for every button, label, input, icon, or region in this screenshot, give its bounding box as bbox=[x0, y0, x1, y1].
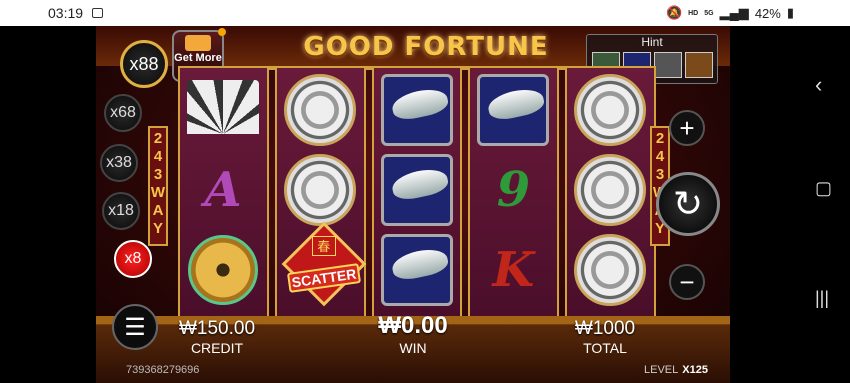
lattice-symbol bbox=[574, 74, 647, 146]
session-id: 739368279696 bbox=[126, 364, 200, 376]
reel-cell bbox=[477, 74, 550, 146]
spin-icon: ↻ bbox=[672, 183, 704, 224]
hint-fan-icon bbox=[653, 52, 682, 78]
win-value: ₩0.00 bbox=[378, 312, 448, 339]
reel-cell bbox=[283, 74, 356, 146]
level-value: X125 bbox=[682, 364, 708, 376]
reel-4: 9 K bbox=[468, 68, 560, 318]
scatter-glyph: 春 bbox=[311, 236, 336, 256]
win-display: ₩0.00 WIN bbox=[358, 312, 468, 356]
fish-symbol bbox=[477, 74, 550, 146]
reels: A 春 SCATTER 9 K bbox=[178, 68, 656, 318]
reel-cell: 春 SCATTER bbox=[281, 221, 367, 307]
reel-cell: 9 bbox=[477, 154, 549, 226]
multiplier-x18: x18 bbox=[102, 192, 140, 230]
letter-symbol: 9 bbox=[496, 162, 531, 218]
reel-cell bbox=[380, 154, 453, 226]
reel-cell bbox=[574, 154, 647, 226]
ways-char: 2 bbox=[153, 130, 163, 147]
scatter-symbol: 春 SCATTER bbox=[281, 221, 367, 310]
level-label: LEVEL bbox=[644, 364, 679, 376]
reel-cell bbox=[380, 74, 453, 146]
reel-cell bbox=[187, 74, 259, 146]
ways-char: A bbox=[152, 202, 164, 219]
reel-cell bbox=[187, 234, 259, 306]
credit-label: CREDIT bbox=[190, 340, 244, 356]
bet-increase-button[interactable]: + bbox=[669, 110, 705, 146]
total-label: TOTAL bbox=[583, 340, 627, 356]
level-display: LEVEL X125 bbox=[644, 364, 708, 376]
lattice-symbol bbox=[283, 74, 356, 146]
total-value: ₩1000 bbox=[574, 318, 636, 339]
gift-icon bbox=[185, 35, 211, 51]
game-title: GOOD FORTUNE bbox=[303, 32, 549, 62]
mute-icon: 🔕 bbox=[665, 5, 683, 20]
ways-char: 3 bbox=[153, 166, 163, 183]
reel-cell: K bbox=[477, 234, 549, 306]
bet-decrease-button[interactable]: − bbox=[669, 264, 705, 300]
network-label: HD bbox=[688, 9, 699, 17]
menu-button[interactable]: ☰ bbox=[112, 304, 158, 350]
multiplier-x38: x38 bbox=[100, 144, 138, 182]
fish-symbol bbox=[380, 74, 453, 146]
win-label: WIN bbox=[399, 340, 427, 356]
lattice-symbol bbox=[283, 154, 356, 226]
coin-symbol bbox=[188, 235, 258, 305]
multiplier-x8: x8 bbox=[114, 240, 152, 278]
reel-cell bbox=[380, 234, 453, 306]
reel-5 bbox=[565, 68, 656, 318]
credit-value: ₩150.00 bbox=[178, 318, 256, 339]
reel-cell bbox=[574, 74, 647, 146]
home-icon[interactable]: ▢ bbox=[815, 178, 832, 199]
battery-icon: ▮ bbox=[786, 5, 794, 20]
ways-char: 4 bbox=[153, 148, 163, 165]
plus-icon: + bbox=[679, 112, 695, 143]
ways-char: 2 bbox=[655, 130, 665, 147]
ways-char: W bbox=[150, 184, 166, 201]
notification-dot bbox=[218, 28, 226, 36]
android-nav-bar: ‹ ▢ ||| bbox=[800, 26, 850, 383]
reel-cell bbox=[283, 154, 356, 226]
ways-char: 4 bbox=[655, 148, 665, 165]
lattice-symbol bbox=[574, 234, 647, 306]
fish-symbol bbox=[380, 234, 453, 306]
status-bar: 03:19 🔕 HD 5G ▂▄▆ 42% ▮ bbox=[0, 0, 850, 26]
menu-icon: ☰ bbox=[124, 313, 146, 341]
minus-icon: − bbox=[679, 266, 695, 297]
letter-symbol: A bbox=[204, 162, 242, 218]
reel-cell bbox=[574, 234, 647, 306]
hint-coin-icon bbox=[684, 52, 713, 78]
total-bet-display[interactable]: ₩1000 TOTAL bbox=[570, 318, 640, 356]
lattice-symbol bbox=[574, 154, 647, 226]
spin-button[interactable]: ↻ bbox=[656, 172, 720, 236]
credit-display: ₩150.00 CREDIT bbox=[172, 318, 262, 356]
reel-cell: A bbox=[187, 154, 259, 226]
letter-symbol: K bbox=[492, 242, 535, 298]
back-icon[interactable]: ‹ bbox=[815, 72, 822, 98]
get-more-label: Get More bbox=[174, 52, 222, 64]
fish-symbol bbox=[380, 154, 453, 226]
signal-badge: 5G bbox=[704, 9, 714, 17]
ways-banner-left: 2 4 3 W A Y bbox=[148, 126, 168, 246]
multiplier-x68: x68 bbox=[104, 94, 142, 132]
reel-2: 春 SCATTER bbox=[274, 68, 367, 318]
reel-1: A bbox=[178, 68, 269, 318]
ways-char: Y bbox=[152, 220, 163, 237]
gallery-icon bbox=[92, 8, 103, 18]
game-canvas: GOOD FORTUNE Get More Hint A 春 SCATTER 9… bbox=[96, 26, 730, 383]
recents-icon[interactable]: ||| bbox=[815, 288, 829, 309]
hint-label: Hint bbox=[641, 35, 663, 49]
battery-label: 42% bbox=[754, 5, 781, 21]
status-time: 03:19 bbox=[48, 5, 84, 21]
fan-symbol bbox=[187, 80, 259, 140]
signal-icon: ▂▄▆ bbox=[719, 5, 749, 20]
multiplier-x88: x88 bbox=[120, 40, 168, 88]
reel-3 bbox=[371, 68, 463, 318]
